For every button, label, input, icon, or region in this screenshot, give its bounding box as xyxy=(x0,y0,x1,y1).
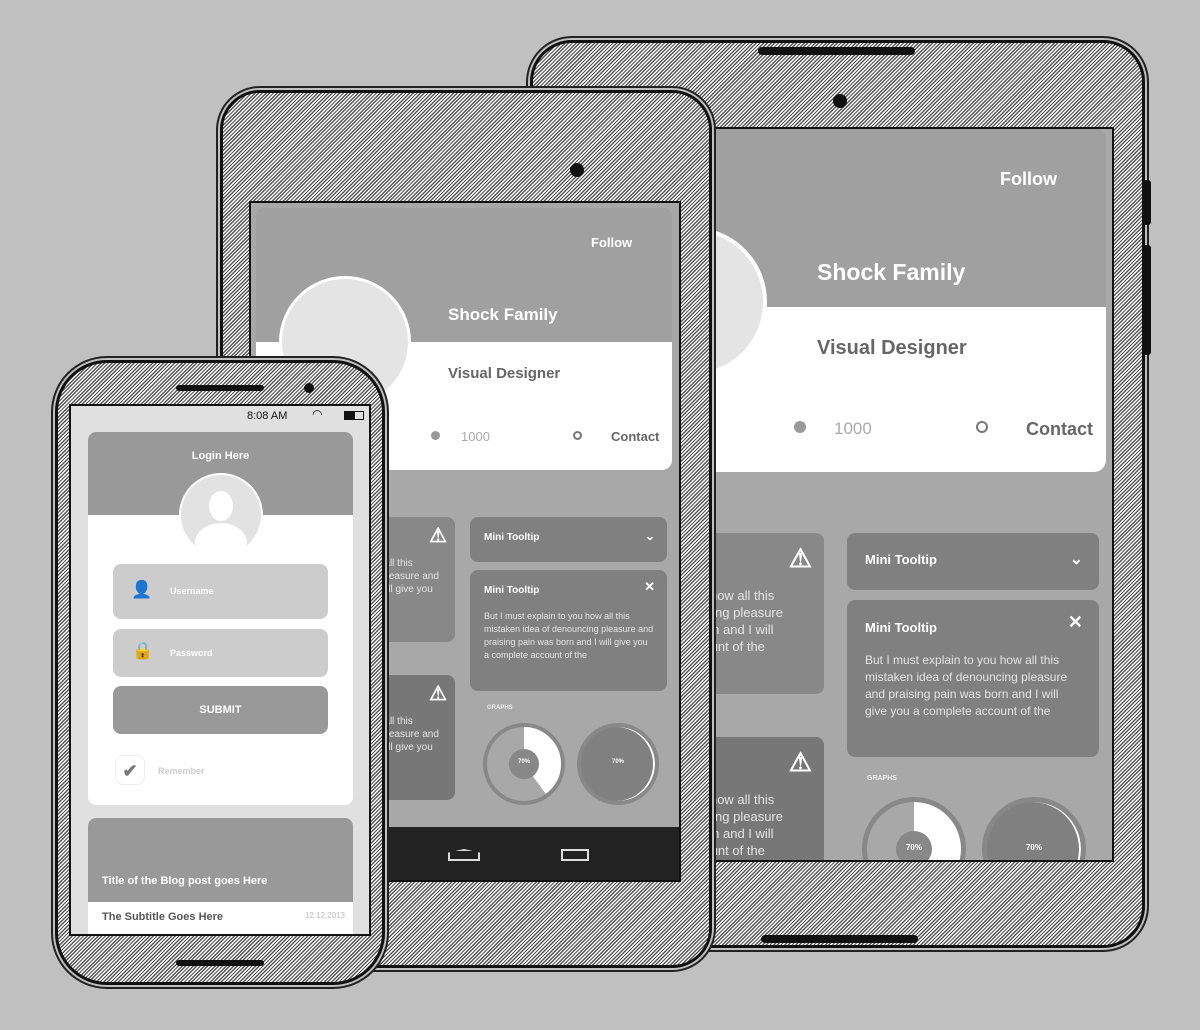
login-title: Login Here xyxy=(191,450,250,462)
profile-name: Shock Family xyxy=(448,305,558,324)
warning-icon: ⚠ xyxy=(429,683,447,705)
progress-ring: 70% xyxy=(577,723,659,805)
remember-label: Remember xyxy=(158,766,205,776)
login-card: Login Here 👤 Username 🔒 Password SUBMIT … xyxy=(88,432,353,805)
tooltip-body: But I must explain to you how all this m… xyxy=(865,653,1068,718)
mail-icon[interactable] xyxy=(976,421,988,433)
speaker xyxy=(176,385,264,391)
profile-name: Shock Family xyxy=(817,259,966,285)
chevron-down-icon[interactable]: ⌄ xyxy=(645,529,655,543)
close-icon[interactable]: ✕ xyxy=(1068,612,1083,633)
blog-date: 12.12.2013 xyxy=(304,911,345,920)
status-time: 8:08 AM xyxy=(247,410,288,422)
tooltip-title: Mini Tooltip xyxy=(865,552,937,567)
warning-icon: ⚠ xyxy=(429,525,447,547)
warning-icon: ⚠ xyxy=(788,543,812,573)
donut-value: 70% xyxy=(517,759,530,765)
donut-chart: 70% xyxy=(483,723,565,805)
camera xyxy=(304,383,314,393)
follow-button[interactable]: Follow xyxy=(1000,169,1057,190)
blog-card[interactable]: Title of the Blog post goes Here The Sub… xyxy=(88,818,353,934)
donut-chart: 70% xyxy=(862,797,966,860)
chevron-down-icon[interactable]: ⌄ xyxy=(1070,549,1083,569)
wifi-icon: ◠ xyxy=(312,407,323,421)
close-icon[interactable]: ✕ xyxy=(644,579,655,595)
blog-subtitle: The Subtitle Goes Here xyxy=(102,911,224,923)
mini-tooltip-collapsed[interactable]: Mini Tooltip ⌄ xyxy=(470,517,667,562)
profile-role: Visual Designer xyxy=(448,365,561,382)
lock-icon: 🔒 xyxy=(132,641,154,660)
profile-role: Visual Designer xyxy=(817,337,967,359)
followers-count: 1000 xyxy=(834,419,872,438)
ring-value: 70% xyxy=(611,759,624,765)
submit-button[interactable]: SUBMIT xyxy=(113,686,328,734)
username-input[interactable]: 👤 Username xyxy=(113,564,328,619)
warning-icon: ⚠ xyxy=(788,747,812,777)
graphs-label: GRAPHS xyxy=(867,775,897,782)
bottom-bar xyxy=(761,935,918,943)
tooltip-title: Mini Tooltip xyxy=(484,532,540,543)
password-input[interactable]: 🔒 Password xyxy=(113,629,328,677)
facebook-icon xyxy=(431,431,440,440)
mini-tooltip-expanded: Mini Tooltip ✕ But I must explain to you… xyxy=(847,600,1099,757)
avatar xyxy=(179,473,263,557)
donut-value: 70% xyxy=(905,843,922,852)
progress-ring: 70% xyxy=(982,797,1086,860)
contact-button[interactable]: Contact xyxy=(611,429,659,444)
camera xyxy=(570,163,584,177)
contact-button[interactable]: Contact xyxy=(1026,419,1093,440)
tooltip-title: Mini Tooltip xyxy=(865,620,937,635)
username-placeholder: Username xyxy=(170,586,214,596)
bottom-speaker xyxy=(176,960,264,966)
remember-checkbox[interactable]: ✔ xyxy=(115,755,145,785)
camera xyxy=(833,94,847,108)
side-button[interactable] xyxy=(1143,180,1151,225)
mini-tooltip-collapsed[interactable]: Mini Tooltip ⌄ xyxy=(847,533,1099,590)
blog-title: Title of the Blog post goes Here xyxy=(102,875,268,887)
battery-icon xyxy=(344,411,364,420)
ring-value: 70% xyxy=(1025,843,1042,852)
home-icon[interactable] xyxy=(448,849,480,861)
facebook-icon xyxy=(794,421,806,433)
tooltip-body: But I must explain to you how all this m… xyxy=(484,611,654,660)
mail-icon[interactable] xyxy=(573,431,582,440)
followers-count: 1000 xyxy=(461,429,490,444)
phone-screen: 8:08 AM ◠ Login Here 👤 Username 🔒 Passwo… xyxy=(69,404,371,936)
password-placeholder: Password xyxy=(170,648,213,658)
blog-image xyxy=(88,818,353,902)
user-icon: 👤 xyxy=(131,580,153,599)
tooltip-title: Mini Tooltip xyxy=(484,585,540,596)
follow-button[interactable]: Follow xyxy=(591,235,632,250)
recent-apps-icon[interactable] xyxy=(561,849,589,861)
side-button[interactable] xyxy=(1143,245,1151,355)
graphs-label: GRAPHS xyxy=(487,705,513,711)
mini-tooltip-expanded: Mini Tooltip ✕ But I must explain to you… xyxy=(470,570,667,691)
speaker xyxy=(758,47,915,55)
